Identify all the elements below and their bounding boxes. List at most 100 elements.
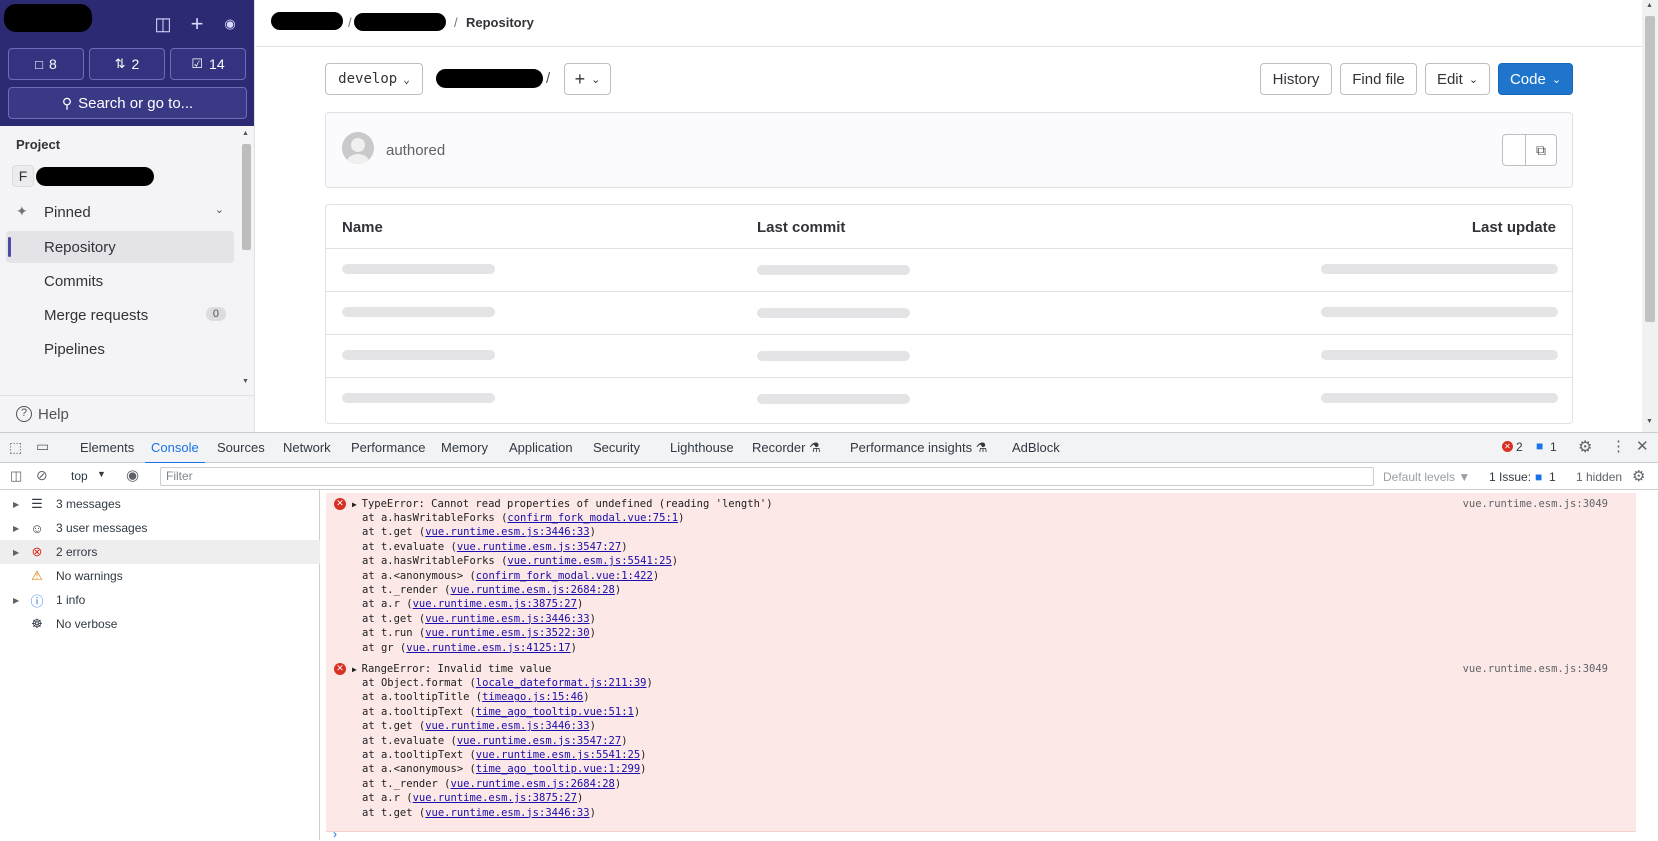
redacted-repo-path[interactable] (436, 69, 543, 88)
tab-sources[interactable]: Sources (217, 440, 265, 455)
inspect-element-icon[interactable]: ⬚ (9, 439, 22, 456)
commit-sha-button[interactable] (1502, 134, 1526, 166)
scroll-up-arrow-icon[interactable]: ▲ (1646, 2, 1653, 9)
error-title[interactable]: ▶ RangeError: Invalid time value (352, 662, 551, 676)
user-avatar-icon[interactable]: ◉ (218, 12, 242, 36)
clear-console-icon[interactable]: ⊘ (36, 467, 48, 484)
stack-frame-link[interactable]: vue.runtime.esm.js:3522:30 (425, 627, 589, 639)
scroll-up-arrow-icon[interactable]: ▲ (242, 130, 249, 137)
issue-icon[interactable]: ■ (1535, 470, 1542, 484)
error-count[interactable]: 2 (1516, 440, 1523, 454)
branch-selector[interactable]: develop ⌄ (325, 63, 423, 95)
scroll-down-arrow-icon[interactable]: ▼ (1646, 418, 1653, 425)
avatar[interactable] (342, 132, 374, 164)
redacted-project-name[interactable] (36, 167, 154, 186)
search-button[interactable]: ⚲ Search or go to... (8, 87, 247, 119)
more-options-icon[interactable]: ⋮ (1611, 437, 1626, 455)
tab-network[interactable]: Network (283, 440, 331, 455)
default-levels-dropdown[interactable]: Default levels ▼ (1383, 470, 1470, 484)
stack-frame-link[interactable]: timeago.js:15:46 (482, 691, 583, 703)
sidebar-scrollbar-thumb[interactable] (242, 144, 251, 250)
sidebar-item-commits[interactable]: Commits (6, 265, 234, 297)
todos-counter-button[interactable]: ☑ 14 (170, 48, 246, 80)
code-dropdown-button[interactable]: Code ⌄ (1498, 63, 1573, 95)
context-selector[interactable]: top (71, 469, 88, 483)
error-title[interactable]: ▶ TypeError: Cannot read properties of u… (352, 497, 773, 511)
issues-counter-button[interactable]: □ 8 (8, 48, 84, 80)
sidebar-item-merge-requests[interactable]: Merge requests 0 (6, 299, 234, 331)
sidebar-toggle-icon[interactable]: ◫ (10, 468, 22, 484)
tab-lighthouse[interactable]: Lighthouse (670, 440, 734, 455)
breadcrumb-current[interactable]: Repository (466, 15, 534, 30)
expand-arrow-icon[interactable]: ▶ (13, 524, 19, 533)
tab-application[interactable]: Application (509, 440, 573, 455)
stack-frame-link[interactable]: vue.runtime.esm.js:2684:28 (451, 778, 615, 790)
message-count[interactable]: 1 (1550, 440, 1557, 454)
dropdown-arrow-icon[interactable]: ▼ (97, 469, 106, 479)
tab-performance-insights[interactable]: Performance insights ⚗ (850, 440, 987, 456)
stack-frame-link[interactable]: vue.runtime.esm.js:2684:28 (451, 584, 615, 596)
expand-arrow-icon[interactable]: ▶ (13, 548, 19, 557)
error-count-icon[interactable]: ✕ (1502, 441, 1513, 452)
stack-frame-link[interactable]: vue.runtime.esm.js:3547:27 (457, 541, 621, 553)
stack-frame-link[interactable]: vue.runtime.esm.js:3446:33 (425, 613, 589, 625)
issues-count[interactable]: 1 (1549, 470, 1556, 484)
tab-adblock[interactable]: AdBlock (1012, 440, 1060, 455)
find-file-button[interactable]: Find file (1340, 63, 1417, 95)
sidebar-item-errors[interactable]: ▶ ⊗ 2 errors (0, 540, 320, 564)
stack-frame-link[interactable]: confirm_fork_modal.vue:1:422 (476, 570, 653, 582)
expand-arrow-icon[interactable]: ▶ (13, 500, 19, 509)
new-item-plus-icon[interactable]: + (185, 12, 209, 36)
expand-arrow-icon[interactable]: ▶ (13, 596, 19, 605)
message-count-icon[interactable]: ■ (1536, 439, 1543, 453)
stack-frame-link[interactable]: vue.runtime.esm.js:3446:33 (425, 526, 589, 538)
settings-gear-icon[interactable]: ⚙ (1578, 437, 1592, 457)
tab-memory[interactable]: Memory (441, 440, 488, 455)
sidebar-item-messages[interactable]: ▶ ☰ 3 messages (0, 492, 320, 516)
error-source-link[interactable]: vue.runtime.esm.js:3049 (1463, 498, 1608, 510)
tab-recorder[interactable]: Recorder ⚗ (752, 440, 821, 456)
sidebar-item-verbose[interactable]: ☸ No verbose (0, 612, 320, 636)
pinned-section-toggle[interactable]: ✦ Pinned ⌄ (6, 196, 234, 228)
tab-console[interactable]: Console (145, 440, 205, 464)
page-scrollbar[interactable]: ▲ ▼ (1642, 0, 1658, 432)
tab-security[interactable]: Security (593, 440, 640, 455)
eye-icon[interactable]: ◉ (126, 466, 139, 484)
expand-arrow-icon[interactable]: ▶ (352, 665, 362, 674)
filter-input[interactable]: Filter (160, 467, 1374, 486)
scroll-down-arrow-icon[interactable]: ▼ (242, 378, 249, 385)
sidebar-item-user-messages[interactable]: ▶ ☺ 3 user messages (0, 516, 320, 540)
redacted-breadcrumb-project[interactable] (354, 13, 446, 31)
redacted-breadcrumb-group[interactable] (271, 12, 343, 30)
stack-frame-link[interactable]: vue.runtime.esm.js:3446:33 (425, 807, 589, 819)
device-toolbar-icon[interactable]: ▭ (36, 438, 49, 455)
stack-frame-link[interactable]: locale_dateformat.js:211:39 (476, 677, 647, 689)
stack-frame-link[interactable]: time_ago_tooltip.vue:51:1 (476, 706, 634, 718)
sidebar-item-repository[interactable]: Repository (6, 231, 234, 263)
console-settings-gear-icon[interactable]: ⚙ (1632, 467, 1645, 485)
copy-sha-button[interactable]: ⧉ (1525, 134, 1557, 166)
merge-requests-counter-button[interactable]: ⇅ 2 (89, 48, 165, 80)
tab-elements[interactable]: Elements (80, 440, 134, 455)
expand-arrow-icon[interactable]: ▶ (352, 500, 362, 509)
sidebar-item-info[interactable]: ▶ ⓘ 1 info (0, 588, 320, 612)
issues-label[interactable]: 1 Issue: (1489, 470, 1531, 484)
stack-frame-link[interactable]: vue.runtime.esm.js:5541:25 (507, 555, 671, 567)
help-button[interactable]: ? Help (0, 395, 254, 432)
add-to-tree-button[interactable]: + ⌄ (564, 63, 611, 95)
stack-frame-link[interactable]: vue.runtime.esm.js:3446:33 (425, 720, 589, 732)
stack-frame-link[interactable]: vue.runtime.esm.js:3875:27 (413, 792, 577, 804)
sidebar-item-warnings[interactable]: ⚠ No warnings (0, 564, 320, 588)
stack-frame-link[interactable]: confirm_fork_modal.vue:75:1 (507, 512, 678, 524)
stack-frame-link[interactable]: vue.runtime.esm.js:3547:27 (457, 735, 621, 747)
sidebar-scrollbar[interactable]: ▲ ▼ (240, 130, 252, 390)
history-button[interactable]: History (1260, 63, 1332, 95)
sidebar-item-pipelines[interactable]: Pipelines (6, 333, 234, 365)
stack-frame-link[interactable]: vue.runtime.esm.js:4125:17 (406, 642, 570, 654)
stack-frame-link[interactable]: vue.runtime.esm.js:5541:25 (476, 749, 640, 761)
sidebar-toggle-icon[interactable]: ◫ (151, 12, 175, 36)
project-avatar[interactable]: F (12, 165, 34, 187)
edit-dropdown-button[interactable]: Edit ⌄ (1425, 63, 1490, 95)
error-source-link[interactable]: vue.runtime.esm.js:3049 (1463, 663, 1608, 675)
page-scrollbar-thumb[interactable] (1645, 16, 1655, 322)
